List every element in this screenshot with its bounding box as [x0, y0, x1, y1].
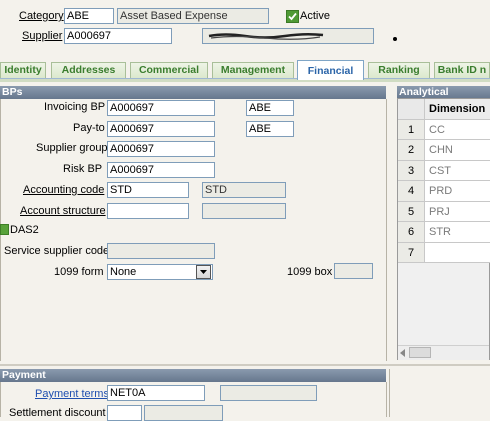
accounting-code-field[interactable]: STD	[107, 182, 189, 198]
scrollbar-thumb[interactable]	[409, 347, 431, 358]
supplier-label[interactable]: Supplier	[22, 30, 62, 42]
dimension-cell[interactable]: CST	[425, 161, 490, 181]
service-supplier-code-label: Service supplier code	[4, 245, 110, 257]
invoicing-bp-field[interactable]: A000697	[107, 100, 215, 116]
row-number[interactable]: 5	[398, 202, 425, 222]
tab-ranking[interactable]: Ranking	[368, 62, 430, 78]
settlement-discount-description	[144, 405, 223, 421]
supplier-name-field-redacted	[202, 28, 374, 44]
tab-identity[interactable]: Identity	[0, 62, 46, 78]
dropdown-arrow-icon[interactable]	[196, 265, 211, 279]
dimension-cell[interactable]	[425, 243, 490, 263]
box-1099-field	[334, 263, 373, 279]
tab-commercial[interactable]: Commercial	[130, 62, 208, 78]
dimension-cell[interactable]: STR	[425, 222, 490, 243]
tab-strip-baseline	[0, 78, 490, 82]
accounting-code-description: STD	[202, 182, 286, 198]
dimension-cell[interactable]: CC	[425, 120, 490, 140]
row-number[interactable]: 1	[398, 120, 425, 140]
dimension-cell[interactable]: CHN	[425, 140, 490, 161]
bps-panel	[0, 99, 387, 361]
category-field[interactable]: ABE	[64, 8, 114, 24]
settlement-discount-label: Settlement discount	[9, 407, 106, 419]
payto-extra-field[interactable]: ABE	[246, 121, 294, 137]
bps-section-header: BPs	[0, 86, 386, 99]
dimension-grid: Dimension 1 CC 2 CHN 3 CST 4 PRD 5 PRJ 6…	[397, 98, 490, 360]
row-number[interactable]: 3	[398, 161, 425, 181]
category-label[interactable]: Category	[19, 10, 64, 22]
payment-section-header: Payment	[0, 369, 386, 382]
dimension-column-header[interactable]: Dimension	[425, 99, 490, 120]
invoicing-bp-label: Invoicing BP	[44, 101, 106, 113]
account-structure-label[interactable]: Account structure	[20, 205, 106, 217]
service-supplier-code-field	[107, 243, 215, 259]
active-label: Active	[300, 10, 330, 22]
invoicing-bp-extra-field[interactable]: ABE	[246, 100, 294, 116]
dimension-cell[interactable]: PRJ	[425, 202, 490, 222]
category-description: Asset Based Expense	[117, 8, 269, 24]
payment-terms-link[interactable]: Payment terms	[35, 388, 109, 400]
tab-bank-id[interactable]: Bank ID n	[434, 62, 490, 78]
payment-terms-field[interactable]: NET0A	[107, 385, 205, 401]
row-number[interactable]: 7	[398, 243, 425, 263]
checkmark-icon	[288, 12, 297, 21]
row-number[interactable]: 6	[398, 222, 425, 243]
redaction-scribble	[208, 32, 324, 40]
das2-label: DAS2	[10, 224, 39, 236]
scroll-left-icon[interactable]	[400, 349, 405, 357]
grid-corner-cell	[398, 99, 425, 120]
payto-label: Pay-to	[73, 122, 105, 134]
account-structure-description	[202, 203, 286, 219]
risk-bp-field[interactable]: A000697	[107, 162, 215, 178]
tab-addresses[interactable]: Addresses	[51, 62, 126, 78]
section-divider	[0, 364, 490, 366]
settlement-discount-field[interactable]	[107, 405, 142, 421]
risk-bp-label: Risk BP	[63, 163, 103, 175]
form-1099-label: 1099 form	[54, 266, 104, 278]
active-checkbox[interactable]	[286, 10, 299, 23]
supplier-group-field[interactable]: A000697	[107, 141, 215, 157]
supplier-field[interactable]: A000697	[64, 28, 172, 44]
das2-checkbox[interactable]	[0, 224, 9, 235]
row-number[interactable]: 4	[398, 181, 425, 202]
box-1099-label: 1099 box	[287, 266, 333, 278]
right-panel-filler	[389, 369, 490, 417]
tab-management[interactable]: Management	[212, 62, 294, 78]
accounting-code-label[interactable]: Accounting code	[23, 184, 104, 196]
supplier-group-label: Supplier group	[36, 142, 108, 154]
horizontal-scrollbar[interactable]	[398, 345, 489, 360]
row-number[interactable]: 2	[398, 140, 425, 161]
payto-field[interactable]: A000697	[107, 121, 215, 137]
form-1099-value: None	[110, 266, 137, 278]
dot-marker	[393, 37, 397, 41]
account-structure-field[interactable]	[107, 203, 189, 219]
dimension-cell[interactable]: PRD	[425, 181, 490, 202]
payment-terms-description	[220, 385, 317, 401]
tab-financial[interactable]: Financial	[297, 60, 364, 80]
